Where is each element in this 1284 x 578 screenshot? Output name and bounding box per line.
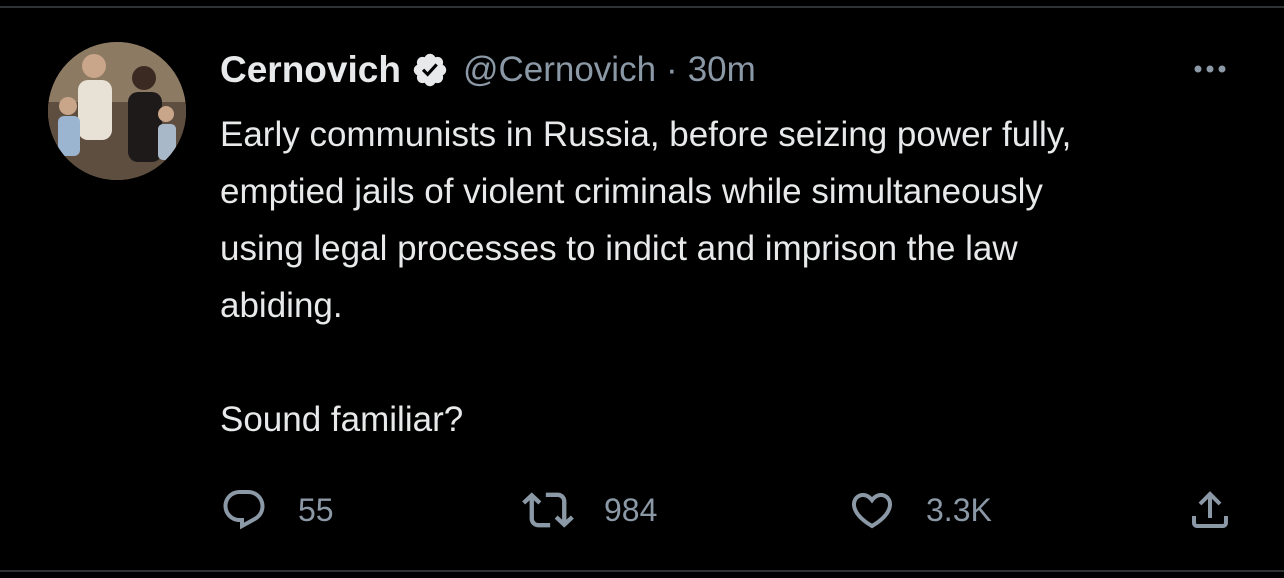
share-button[interactable]	[1186, 480, 1234, 540]
like-button[interactable]: 3.3K	[848, 480, 992, 540]
retweet-button[interactable]: 984	[522, 480, 657, 540]
tweet-header: Cernovich @Cernovich · 30m	[220, 46, 756, 94]
reply-button[interactable]: 55	[220, 480, 334, 540]
like-count: 3.3K	[926, 491, 992, 528]
tweet-actions: 55 984 3.3K	[0, 480, 1284, 540]
reply-count: 55	[298, 491, 334, 528]
retweet-icon	[522, 492, 574, 528]
retweet-count: 984	[604, 491, 658, 528]
separator-dot: ·	[666, 50, 678, 89]
author-display-name[interactable]: Cernovich	[220, 49, 401, 91]
author-handle[interactable]: @Cernovich	[463, 50, 656, 90]
more-options-button[interactable]	[1186, 54, 1234, 84]
heart-icon	[851, 493, 893, 529]
bottom-divider	[0, 570, 1284, 572]
tweet-text: Early communists in Russia, before seizi…	[220, 115, 1072, 439]
tweet-timestamp[interactable]: 30m	[688, 50, 756, 90]
reply-icon	[223, 490, 265, 530]
avatar-photo	[48, 42, 186, 180]
top-divider	[0, 6, 1284, 8]
verified-badge-icon	[411, 51, 449, 89]
share-icon	[1192, 491, 1228, 528]
avatar[interactable]	[48, 42, 186, 180]
more-horizontal-icon	[1194, 65, 1226, 73]
